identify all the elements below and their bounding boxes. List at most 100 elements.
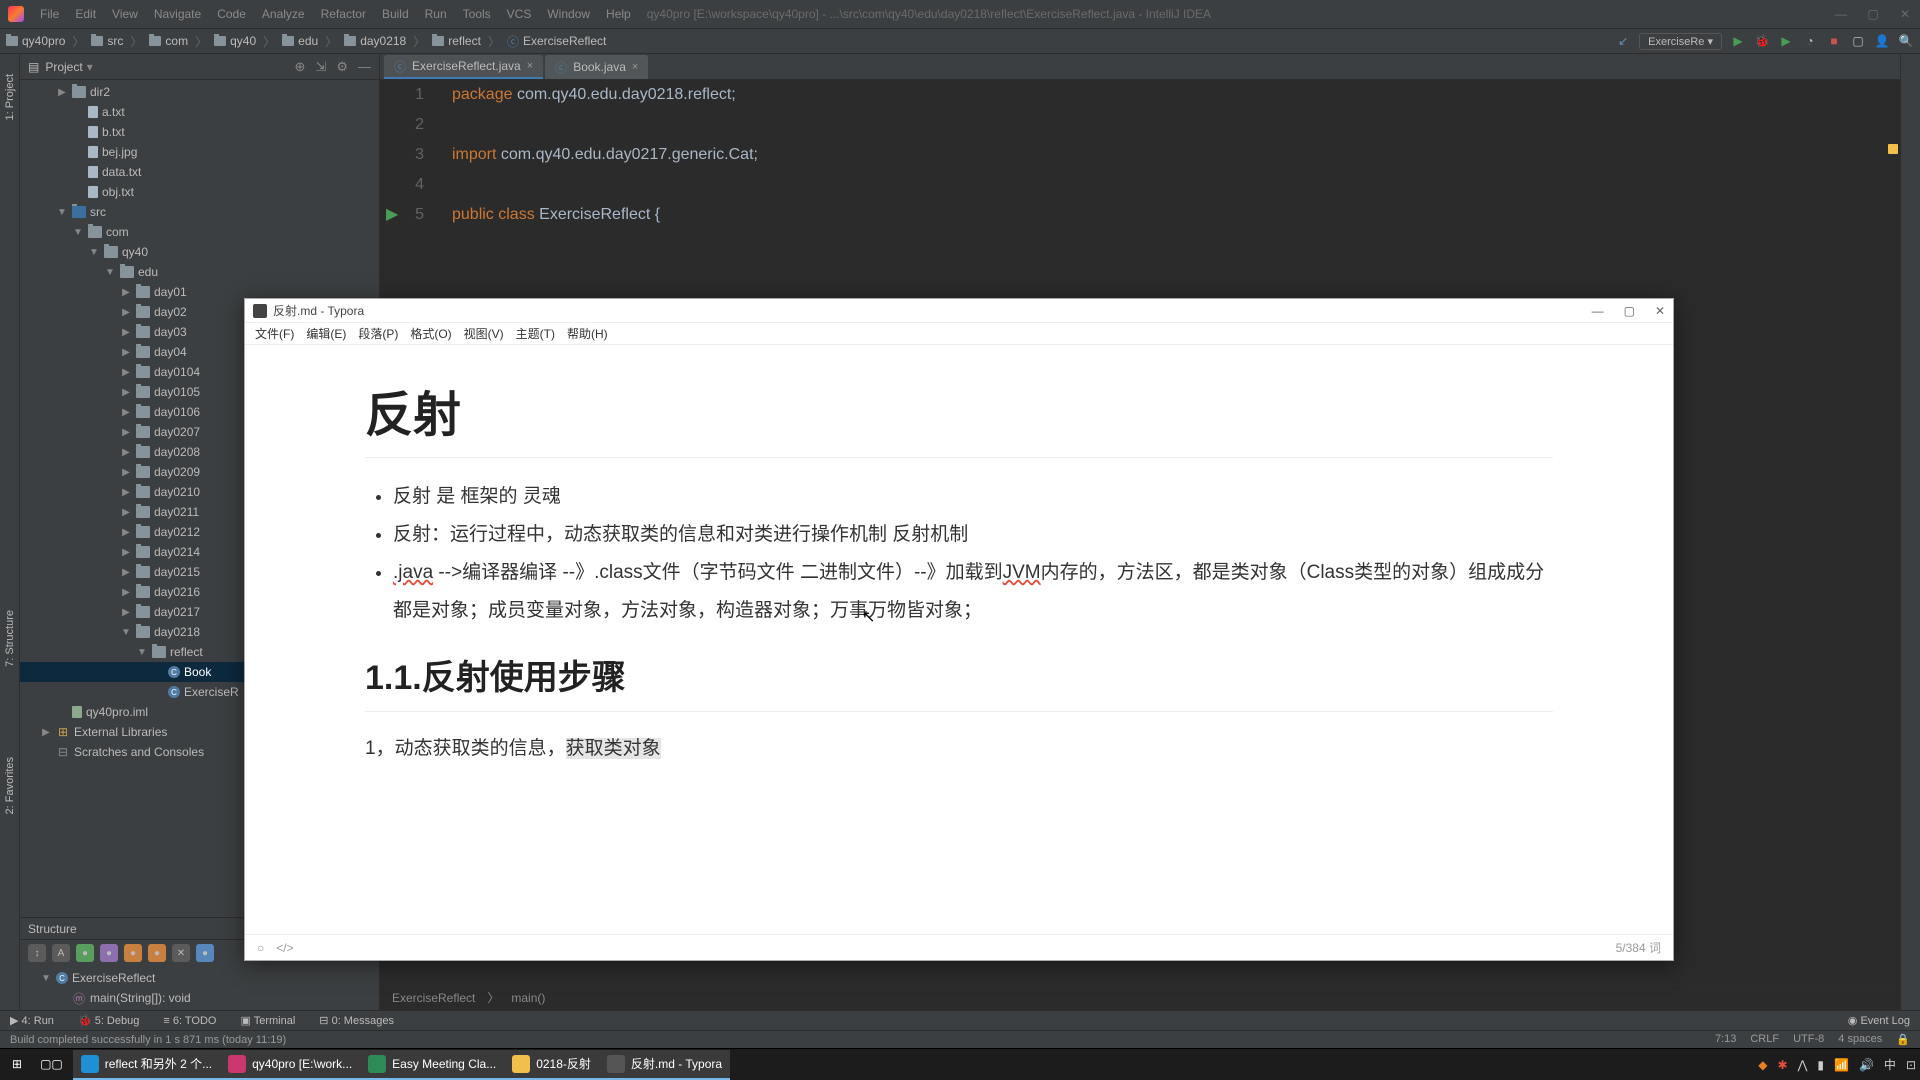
gear-icon[interactable]: ⚙ bbox=[336, 59, 348, 75]
tree-item-exercise[interactable]: ExerciseR bbox=[184, 685, 239, 699]
tree-item[interactable]: reflect bbox=[170, 645, 203, 659]
structure-class[interactable]: ExerciseReflect bbox=[72, 971, 155, 985]
menu-window[interactable]: Window bbox=[541, 5, 596, 23]
crumb-5[interactable]: day0218 bbox=[360, 34, 406, 48]
run-icon[interactable]: ▶ bbox=[1730, 33, 1746, 49]
close-icon[interactable]: ✕ bbox=[1898, 7, 1912, 21]
project-label[interactable]: Project bbox=[45, 60, 82, 74]
tree-item[interactable]: Scratches and Consoles bbox=[74, 745, 204, 759]
menu-refactor[interactable]: Refactor bbox=[315, 5, 372, 23]
typora-menu-file[interactable]: 文件(F) bbox=[251, 325, 298, 342]
source-mode-icon[interactable]: </> bbox=[276, 941, 293, 955]
crumb-3[interactable]: qy40 bbox=[230, 34, 256, 48]
close-icon[interactable]: ✕ bbox=[1655, 304, 1665, 318]
editor-tab-book[interactable]: ⓒBook.java× bbox=[545, 55, 648, 79]
menu-build[interactable]: Build bbox=[376, 5, 415, 23]
outline-toggle-icon[interactable]: ○ bbox=[257, 941, 264, 955]
show-fields-icon[interactable]: ● bbox=[76, 944, 94, 962]
start-button[interactable]: ⊞ bbox=[4, 1050, 30, 1080]
close-icon[interactable]: × bbox=[632, 61, 638, 73]
coverage-icon[interactable]: ▶ bbox=[1778, 33, 1794, 49]
status-enc[interactable]: UTF-8 bbox=[1793, 1033, 1824, 1046]
tree-item-book[interactable]: Book bbox=[184, 665, 211, 679]
menu-tools[interactable]: Tools bbox=[457, 5, 497, 23]
autoscroll-icon[interactable]: ● bbox=[196, 944, 214, 962]
layout-icon[interactable]: ▢ bbox=[1850, 33, 1866, 49]
typora-editor[interactable]: 反射 反射 是 框架的 灵魂 反射：运行过程中，动态获取类的信息和对类进行操作机… bbox=[245, 345, 1673, 934]
tool-terminal[interactable]: ▣ Terminal bbox=[240, 1014, 295, 1027]
typora-menu-theme[interactable]: 主题(T) bbox=[512, 325, 559, 342]
sort-icon[interactable]: ↕ bbox=[28, 944, 46, 962]
search-icon[interactable]: 🔍 bbox=[1898, 33, 1914, 49]
status-le[interactable]: CRLF bbox=[1750, 1033, 1779, 1046]
taskbar-item[interactable]: Easy Meeting Cla... bbox=[360, 1050, 504, 1080]
profile-icon[interactable]: ◔ bbox=[1802, 33, 1818, 49]
vstrip-favorites[interactable]: 2: Favorites bbox=[4, 757, 16, 814]
doc-paragraph[interactable]: 1，动态获取类的信息，获取类对象 bbox=[365, 732, 1553, 766]
tree-item[interactable]: obj.txt bbox=[102, 185, 134, 199]
maximize-icon[interactable]: ▢ bbox=[1624, 304, 1635, 318]
target-icon[interactable]: ⊕ bbox=[295, 59, 306, 75]
crumb-4[interactable]: edu bbox=[298, 34, 318, 48]
minimize-icon[interactable]: — bbox=[1592, 304, 1604, 318]
tree-item[interactable]: day0210 bbox=[154, 485, 200, 499]
tray-volume-icon[interactable]: 🔊 bbox=[1859, 1058, 1874, 1072]
tree-item[interactable]: day0209 bbox=[154, 465, 200, 479]
tree-item[interactable]: day0208 bbox=[154, 445, 200, 459]
tree-item[interactable]: com bbox=[106, 225, 129, 239]
tree-item[interactable]: day0218 bbox=[154, 625, 200, 639]
lock-icon[interactable]: 🔒 bbox=[1896, 1033, 1910, 1046]
crumb-2[interactable]: com bbox=[165, 34, 188, 48]
tree-item[interactable]: day0214 bbox=[154, 545, 200, 559]
editor-tab-exercise[interactable]: ⓒExerciseReflect.java× bbox=[384, 55, 543, 79]
menu-navigate[interactable]: Navigate bbox=[148, 5, 207, 23]
vstrip-structure[interactable]: 7: Structure bbox=[4, 610, 16, 667]
tray-ime-icon[interactable]: 中 bbox=[1884, 1056, 1896, 1073]
task-view-icon[interactable]: ▢▢ bbox=[32, 1050, 71, 1080]
typora-menu-format[interactable]: 格式(O) bbox=[406, 325, 455, 342]
crumb-1[interactable]: src bbox=[107, 34, 123, 48]
tree-item[interactable]: day0217 bbox=[154, 605, 200, 619]
show-inherited-icon[interactable]: ● bbox=[100, 944, 118, 962]
tree-item[interactable]: day04 bbox=[154, 345, 187, 359]
menu-edit[interactable]: Edit bbox=[69, 5, 102, 23]
tree-item[interactable]: day0106 bbox=[154, 405, 200, 419]
tree-item[interactable]: day03 bbox=[154, 325, 187, 339]
show-lambda-icon[interactable]: ● bbox=[148, 944, 166, 962]
typora-menu-help[interactable]: 帮助(H) bbox=[563, 325, 612, 342]
taskbar-item[interactable]: reflect 和另外 2 个... bbox=[73, 1050, 220, 1080]
tree-item[interactable]: day0105 bbox=[154, 385, 200, 399]
tray-clock[interactable]: ⊡ bbox=[1906, 1058, 1916, 1072]
tree-item[interactable]: day0104 bbox=[154, 365, 200, 379]
error-stripe-marker[interactable] bbox=[1888, 144, 1898, 154]
run-config-select[interactable]: ExerciseRe ▾ bbox=[1639, 33, 1722, 50]
tree-item[interactable]: qy40 bbox=[122, 245, 148, 259]
taskbar-item[interactable]: qy40pro [E:\work... bbox=[220, 1050, 360, 1080]
doc-bullet[interactable]: .java -->编译器编译 --》.class文件（字节码文件 二进制文件）-… bbox=[393, 554, 1553, 630]
avatar-icon[interactable]: 👤 bbox=[1874, 33, 1890, 49]
debug-icon[interactable]: 🐞 bbox=[1754, 33, 1770, 49]
run-gutter-icon[interactable]: ▶ bbox=[386, 200, 398, 230]
crumb-method[interactable]: main() bbox=[511, 991, 545, 1005]
tree-item[interactable]: b.txt bbox=[102, 125, 125, 139]
status-pos[interactable]: 7:13 bbox=[1715, 1033, 1736, 1046]
show-anon-icon[interactable]: ● bbox=[124, 944, 142, 962]
typora-menu-edit[interactable]: 编辑(E) bbox=[302, 325, 350, 342]
typora-menu-view[interactable]: 视图(V) bbox=[460, 325, 508, 342]
tool-todo[interactable]: ≡ 6: TODO bbox=[163, 1015, 216, 1027]
tray-icon[interactable]: ⋀ bbox=[1798, 1058, 1808, 1072]
close-icon[interactable]: × bbox=[527, 60, 533, 72]
collapse-icon[interactable]: ⇲ bbox=[315, 59, 326, 75]
menu-vcs[interactable]: VCS bbox=[501, 5, 538, 23]
menu-view[interactable]: View bbox=[106, 5, 144, 23]
word-count[interactable]: 5/384 词 bbox=[1616, 939, 1661, 956]
structure-label[interactable]: Structure bbox=[28, 922, 77, 936]
status-indent[interactable]: 4 spaces bbox=[1838, 1033, 1882, 1046]
typora-menu-paragraph[interactable]: 段落(P) bbox=[354, 325, 402, 342]
doc-h1[interactable]: 反射 bbox=[365, 375, 1553, 445]
menu-code[interactable]: Code bbox=[211, 5, 252, 23]
tree-item[interactable]: bej.jpg bbox=[102, 145, 137, 159]
tree-item[interactable]: src bbox=[90, 205, 106, 219]
tree-item[interactable]: day0211 bbox=[154, 505, 199, 519]
maximize-icon[interactable]: ▢ bbox=[1866, 7, 1880, 21]
